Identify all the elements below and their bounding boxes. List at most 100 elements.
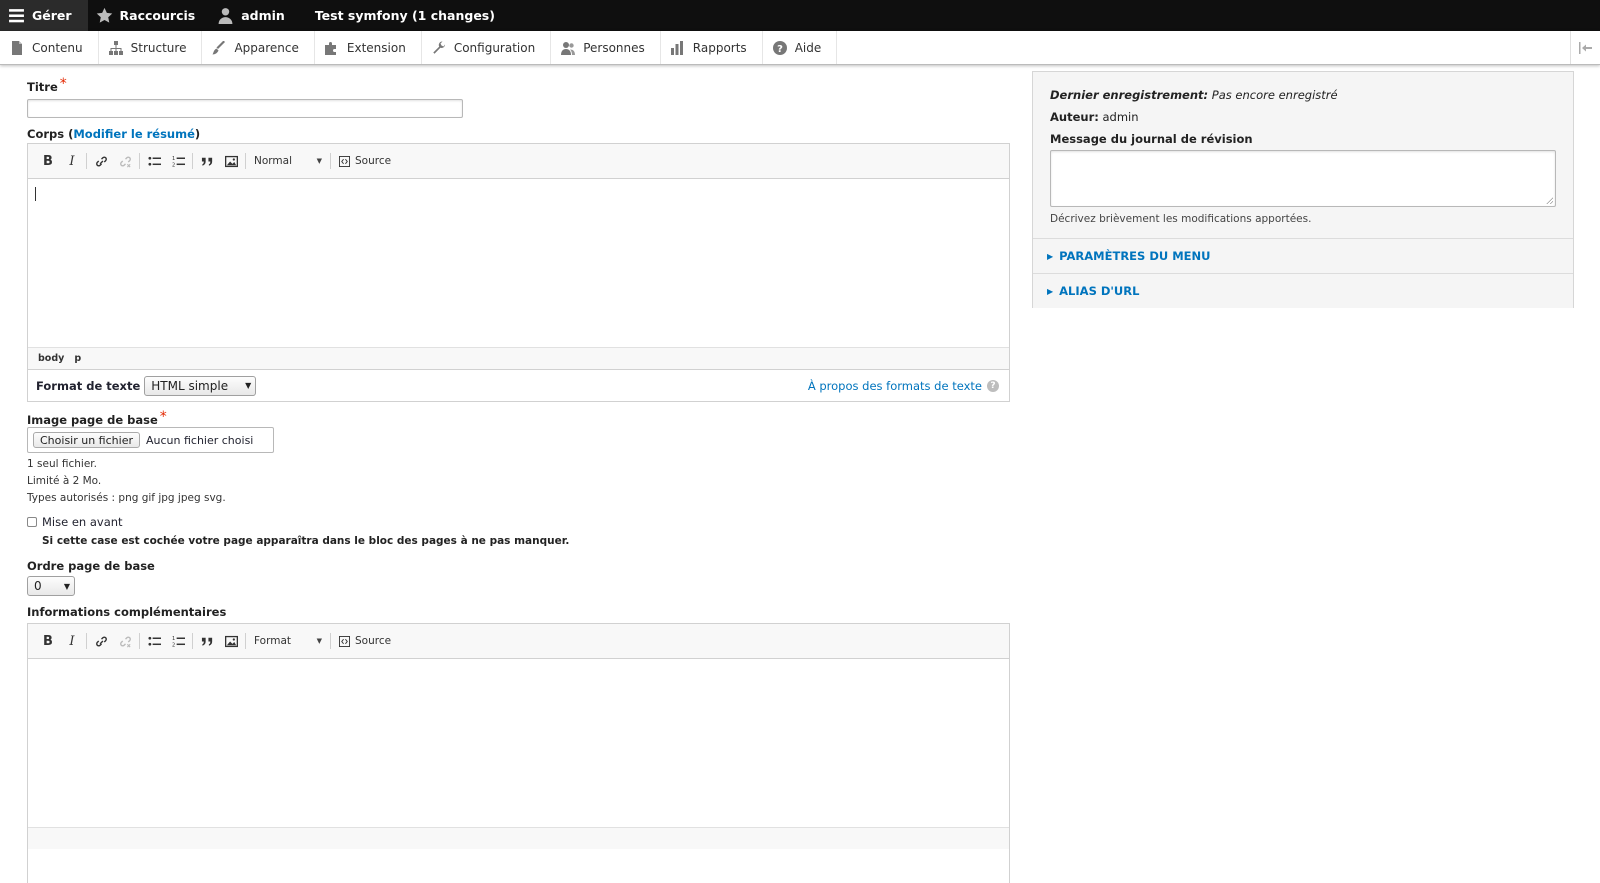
toolbar-separator [245, 633, 246, 649]
editor-toolbar: B I 12 Normal ▼ Source [28, 144, 1009, 179]
tray-orientation-toggle[interactable] [1570, 31, 1600, 64]
resize-grip-icon[interactable] [1546, 197, 1553, 204]
text-format-row: Format de texte HTML simple ▼ À propos d… [27, 370, 1010, 402]
image-help-types: Types autorisés : png gif jpg jpeg svg. [27, 492, 226, 504]
link-button[interactable] [89, 630, 113, 652]
featured-help: Si cette case est cochée votre page appa… [42, 535, 570, 547]
tray-item-label: Rapports [692, 40, 747, 55]
tray-item-contenu[interactable]: Contenu [0, 31, 99, 64]
menu-settings-toggle[interactable]: ▶ PARAMÈTRES DU MENU [1033, 238, 1573, 273]
tray-item-apparence[interactable]: Apparence [202, 31, 315, 64]
toolbar-separator [330, 633, 331, 649]
source-label: Source [355, 635, 392, 647]
source-button[interactable]: Source [333, 635, 397, 647]
quote-icon [201, 157, 212, 166]
tray-item-rapports[interactable]: Rapports [661, 31, 763, 64]
element-path-bar [28, 827, 1009, 849]
numbered-list-button[interactable]: 12 [166, 150, 190, 172]
source-code-icon [339, 155, 350, 167]
toolbar-separator [139, 153, 140, 169]
brush-icon [212, 40, 226, 54]
author: Auteur: admin [1050, 110, 1573, 124]
link-button[interactable] [89, 150, 113, 172]
tray-item-configuration[interactable]: Configuration [422, 31, 552, 64]
tray-item-structure[interactable]: Structure [99, 31, 203, 64]
bold-button[interactable]: B [36, 150, 60, 172]
author-value: admin [1102, 110, 1139, 124]
source-label: Source [355, 155, 392, 167]
sitemap-icon [108, 40, 123, 55]
star-icon [96, 7, 112, 23]
body-editor: B I 12 Normal ▼ Source body p [27, 143, 1010, 370]
tray-item-label: Aide [794, 40, 822, 55]
revision-log-textarea[interactable] [1050, 150, 1556, 207]
title-input[interactable] [27, 99, 463, 118]
info-editor: B I 12 Format ▼ Source [27, 623, 1010, 883]
menu-settings-label: PARAMÈTRES DU MENU [1059, 249, 1211, 263]
paragraph-format-dropdown[interactable]: Format ▼ [248, 630, 328, 652]
revision-help: Décrivez brièvement les modifications ap… [1050, 213, 1312, 225]
numbered-list-icon: 12 [172, 156, 185, 168]
blockquote-button[interactable] [195, 150, 219, 172]
last-saved-label: Dernier enregistrement: [1050, 88, 1209, 102]
body-editable-area[interactable] [28, 179, 1009, 347]
required-marker: * [59, 76, 67, 92]
info-label: Informations complémentaires [27, 605, 227, 619]
unlink-button[interactable] [113, 630, 137, 652]
site-link[interactable]: Test symfony (1 changes) [299, 0, 509, 31]
url-alias-label: ALIAS D'URL [1059, 284, 1140, 298]
paragraph-format-value: Format [254, 635, 292, 647]
italic-button[interactable]: I [60, 150, 84, 172]
image-button[interactable] [219, 150, 243, 172]
path-item-body[interactable]: body [38, 353, 64, 364]
question-icon: ? [987, 379, 999, 392]
admin-toolbar: Gérer Raccourcis admin Test symfony (1 c… [0, 0, 1600, 31]
choose-file-button[interactable]: Choisir un fichier [33, 432, 140, 448]
order-select[interactable]: 0 ▼ [27, 576, 75, 596]
author-label: Auteur: [1050, 110, 1099, 124]
edit-summary-link[interactable]: Modifier le résumé [73, 127, 195, 141]
text-format-help-link[interactable]: À propos des formats de texte [808, 379, 982, 393]
tray-item-aide[interactable]: ? Aide [763, 31, 838, 64]
tray-item-extension[interactable]: Extension [315, 31, 422, 64]
toolbar-separator [192, 633, 193, 649]
bulleted-list-button[interactable] [142, 630, 166, 652]
unlink-button[interactable] [113, 150, 137, 172]
image-help-count: 1 seul fichier. [27, 458, 97, 470]
source-button[interactable]: Source [333, 155, 397, 167]
info-editable-area[interactable] [28, 659, 1009, 827]
file-status: Aucun fichier choisi [145, 433, 254, 447]
paragraph-format-dropdown[interactable]: Normal ▼ [248, 150, 328, 172]
admin-menu-tray: Contenu Structure Apparence Extension Co… [0, 31, 1600, 65]
url-alias-toggle[interactable]: ▶ ALIAS D'URL [1033, 273, 1573, 308]
unlink-icon [119, 636, 131, 647]
triangle-right-icon: ▶ [1047, 286, 1054, 296]
featured-row: Mise en avant [27, 515, 123, 529]
path-item-p[interactable]: p [74, 353, 81, 364]
last-saved: Dernier enregistrement: Pas encore enreg… [1050, 88, 1573, 102]
entity-meta: Dernier enregistrement: Pas encore enreg… [1033, 72, 1573, 146]
featured-label[interactable]: Mise en avant [42, 515, 123, 529]
order-value: 0 [34, 579, 42, 593]
manage-tab[interactable]: Gérer [0, 0, 88, 31]
bulleted-list-button[interactable] [142, 150, 166, 172]
toolbar-separator [330, 153, 331, 169]
featured-checkbox[interactable] [27, 517, 37, 527]
italic-button[interactable]: I [60, 630, 84, 652]
svg-text:?: ? [777, 44, 783, 55]
people-icon [561, 41, 576, 55]
puzzle-icon [324, 41, 336, 55]
user-icon [218, 8, 233, 24]
numbered-list-button[interactable]: 12 [166, 630, 190, 652]
image-button[interactable] [219, 630, 243, 652]
bold-button[interactable]: B [36, 630, 60, 652]
shortcuts-tab[interactable]: Raccourcis [88, 0, 210, 31]
text-format-select[interactable]: HTML simple ▼ [144, 375, 257, 396]
sidebar-toggle-icon [1578, 41, 1592, 54]
manage-label: Gérer [32, 8, 72, 23]
blockquote-button[interactable] [195, 630, 219, 652]
body-label: Corps (Modifier le résumé) [27, 127, 201, 141]
tray-item-personnes[interactable]: Personnes [551, 31, 661, 64]
user-label: admin [241, 8, 285, 23]
user-tab[interactable]: admin [209, 0, 299, 31]
